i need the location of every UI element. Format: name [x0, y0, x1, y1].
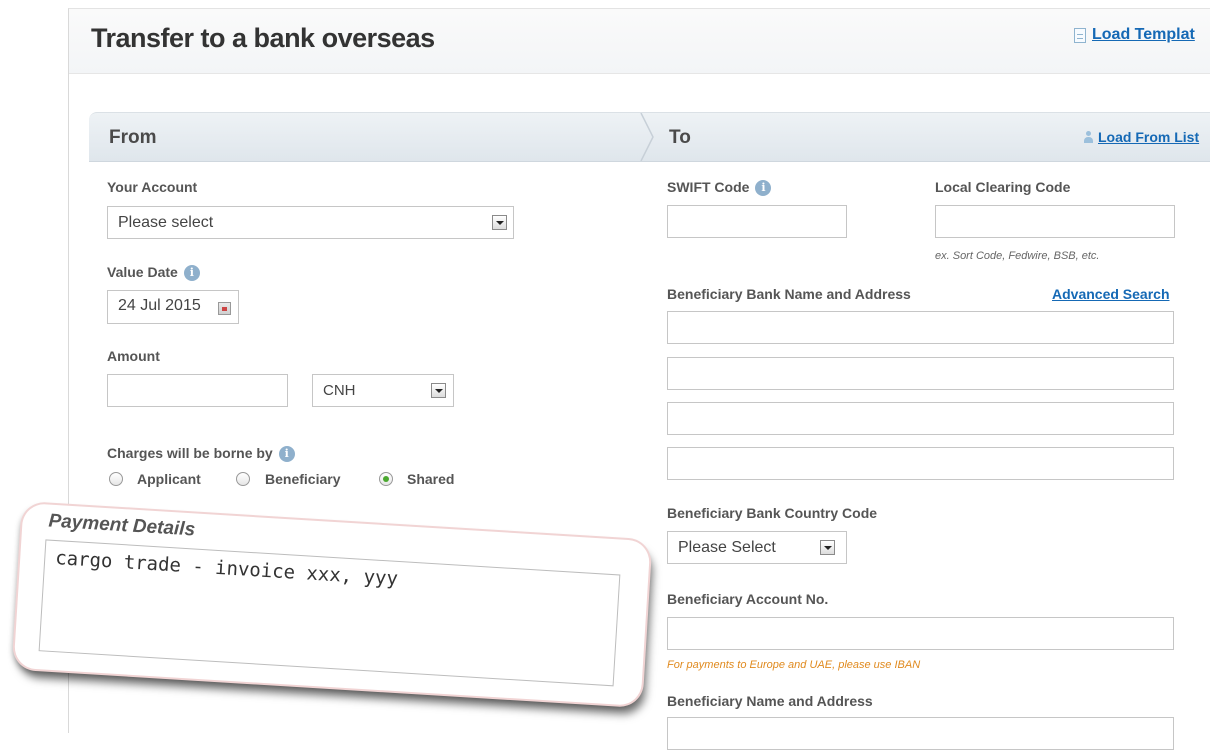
bank-country-select[interactable]: Please Select: [667, 531, 847, 564]
chevron-down-icon: [431, 383, 446, 398]
swift-code-label: SWIFT Code i: [667, 179, 772, 197]
value-date-label: Value Date i: [107, 264, 200, 282]
person-icon: [1083, 130, 1094, 144]
chevron-down-icon: [492, 215, 507, 230]
load-template-label[interactable]: Load Templat: [1092, 26, 1195, 44]
to-section-title: To: [669, 127, 691, 148]
beneficiary-name-address-input[interactable]: [667, 717, 1174, 750]
info-icon[interactable]: i: [755, 180, 772, 197]
bank-address-line-2[interactable]: [667, 357, 1174, 390]
your-account-value: Please select: [118, 214, 214, 231]
payment-details-value: cargo trade - invoice xxx, yyy: [54, 547, 399, 590]
chevron-down-icon: [820, 540, 835, 555]
section-header-bar: From To Load From List: [89, 112, 1210, 162]
value-date-field[interactable]: 24 Jul 2015: [107, 290, 239, 324]
bank-address-line-4[interactable]: [667, 447, 1174, 480]
section-divider-chevron: [640, 113, 654, 161]
bank-address-line-3[interactable]: [667, 402, 1174, 435]
amount-input[interactable]: [107, 374, 288, 407]
load-template-link[interactable]: Load Templat: [1074, 26, 1195, 44]
swift-code-input[interactable]: [667, 205, 847, 238]
page-header: Transfer to a bank overseas Load Templat: [69, 9, 1210, 74]
value-date-value: 24 Jul 2015: [118, 297, 201, 314]
calendar-icon[interactable]: [218, 302, 231, 315]
charges-radio-shared[interactable]: [379, 472, 393, 486]
info-icon[interactable]: i: [183, 265, 200, 282]
load-from-list-label[interactable]: Load From List: [1098, 129, 1199, 145]
charges-option-applicant[interactable]: Applicant: [137, 471, 201, 487]
charges-radio-beneficiary[interactable]: [236, 472, 250, 486]
local-clearing-label: Local Clearing Code: [935, 179, 1071, 195]
charges-option-shared[interactable]: Shared: [407, 471, 454, 487]
local-clearing-hint: ex. Sort Code, Fedwire, BSB, etc.: [935, 250, 1100, 262]
from-section-title: From: [109, 127, 157, 148]
info-icon[interactable]: i: [278, 446, 295, 463]
payment-details-textarea[interactable]: cargo trade - invoice xxx, yyy: [38, 539, 621, 687]
your-account-label: Your Account: [107, 179, 198, 195]
account-no-hint: For payments to Europe and UAE, please u…: [667, 659, 921, 671]
document-icon: [1074, 27, 1086, 43]
charges-radio-applicant[interactable]: [109, 472, 123, 486]
payment-details-label: Payment Details: [47, 510, 196, 541]
load-from-list-link[interactable]: Load From List: [1083, 129, 1199, 145]
bank-country-value: Please Select: [678, 539, 776, 556]
your-account-select[interactable]: Please select: [107, 206, 514, 239]
bank-country-label: Beneficiary Bank Country Code: [667, 505, 878, 521]
local-clearing-input[interactable]: [935, 205, 1175, 238]
currency-select[interactable]: CNH: [312, 374, 454, 407]
page-title: Transfer to a bank overseas: [91, 23, 435, 53]
amount-label: Amount: [107, 348, 160, 364]
bank-name-address-label: Beneficiary Bank Name and Address: [667, 286, 911, 302]
currency-value: CNH: [323, 382, 356, 399]
account-no-input[interactable]: [667, 617, 1174, 650]
advanced-search-link[interactable]: Advanced Search: [1052, 286, 1170, 302]
account-no-label: Beneficiary Account No.: [667, 591, 829, 607]
charges-option-beneficiary[interactable]: Beneficiary: [265, 471, 340, 487]
bank-address-line-1[interactable]: [667, 311, 1174, 344]
beneficiary-name-address-label: Beneficiary Name and Address: [667, 693, 873, 709]
charges-label: Charges will be borne by i: [107, 445, 295, 463]
